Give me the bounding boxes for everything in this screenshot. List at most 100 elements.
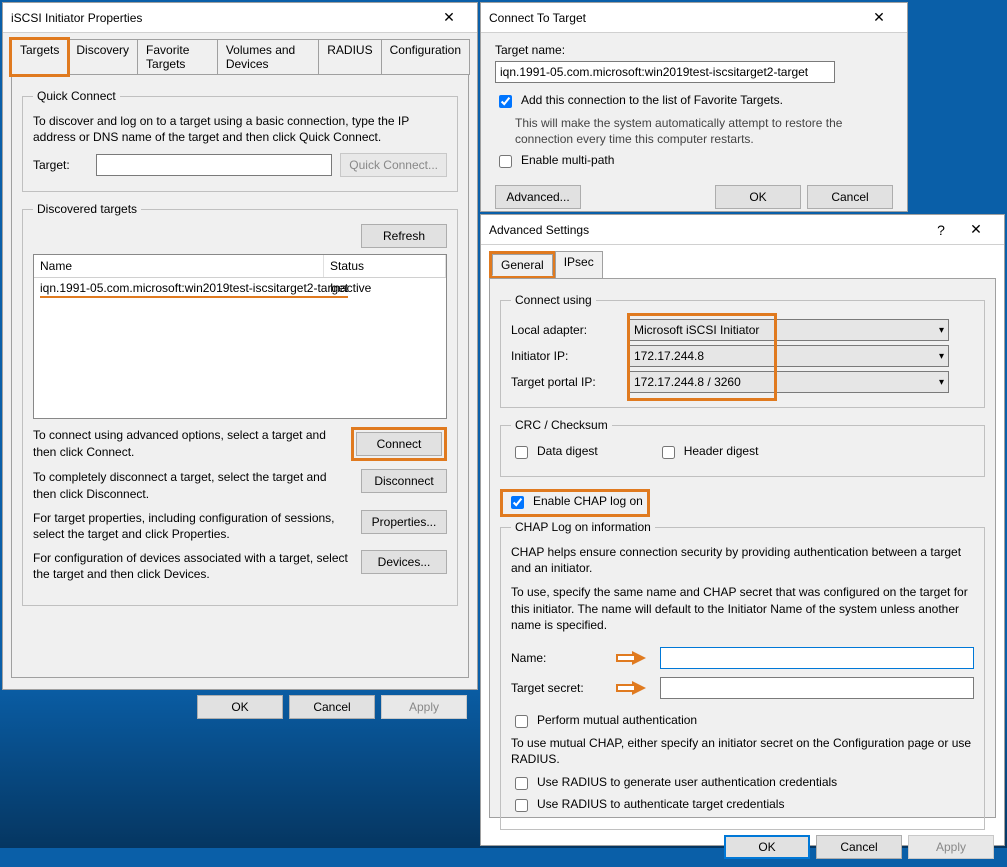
chap-group: CHAP Log on information CHAP helps ensur…: [500, 520, 985, 830]
apply-button[interactable]: Apply: [908, 835, 994, 859]
chap-secret-input[interactable]: [660, 677, 974, 699]
refresh-button[interactable]: Refresh: [361, 224, 447, 248]
tabstrip: Targets Discovery Favorite Targets Volum…: [11, 39, 469, 75]
devices-desc: For configuration of devices associated …: [33, 550, 361, 582]
dialog-title: Connect To Target: [489, 11, 859, 25]
local-adapter-select[interactable]: Microsoft iSCSI Initiator▾: [629, 319, 949, 341]
row-name: iqn.1991-05.com.microsoft:win2019test-is…: [34, 278, 324, 298]
close-icon[interactable]: ✕: [429, 6, 469, 30]
favorite-desc: This will make the system automatically …: [515, 115, 893, 147]
dialog-footer: OK Cancel Apply: [481, 827, 1004, 867]
advanced-button[interactable]: Advanced...: [495, 185, 581, 209]
tab-configuration[interactable]: Configuration: [381, 39, 470, 75]
enable-chap-checkbox[interactable]: [511, 496, 524, 509]
radius-generate-label: Use RADIUS to generate user authenticati…: [537, 775, 837, 789]
disconnect-desc: To completely disconnect a target, selec…: [33, 469, 361, 501]
initiator-ip-select[interactable]: 172.17.244.8▾: [629, 345, 949, 367]
dialog-title: iSCSI Initiator Properties: [11, 11, 429, 25]
tab-targets[interactable]: Targets: [11, 39, 68, 75]
ok-button[interactable]: OK: [197, 695, 283, 719]
connect-to-target-dialog: Connect To Target ✕ Target name: Add thi…: [480, 2, 908, 212]
target-portal-label: Target portal IP:: [511, 375, 621, 389]
crc-group: CRC / Checksum Data digest Header digest: [500, 418, 985, 477]
row-status: Inactive: [324, 278, 446, 298]
enable-chap-label: Enable CHAP log on: [533, 494, 643, 508]
arrow-icon: [632, 681, 646, 695]
connect-using-group: Connect using Local adapter: Microsoft i…: [500, 293, 985, 408]
tab-ipsec[interactable]: IPsec: [555, 251, 603, 279]
tab-volumes-devices[interactable]: Volumes and Devices: [217, 39, 319, 75]
chap-name-input[interactable]: [660, 647, 974, 669]
chap-desc1: CHAP helps ensure connection security by…: [511, 544, 974, 576]
quick-connect-button[interactable]: Quick Connect...: [340, 153, 447, 177]
help-icon[interactable]: ?: [926, 222, 956, 238]
cancel-button[interactable]: Cancel: [289, 695, 375, 719]
mutual-desc: To use mutual CHAP, either specify an in…: [511, 735, 974, 767]
initiator-ip-label: Initiator IP:: [511, 349, 621, 363]
cancel-button[interactable]: Cancel: [807, 185, 893, 209]
favorite-label: Add this connection to the list of Favor…: [521, 93, 783, 107]
devices-button[interactable]: Devices...: [361, 550, 447, 574]
data-digest-label: Data digest: [537, 444, 598, 458]
radius-generate-checkbox[interactable]: [515, 777, 528, 790]
tab-favorite-targets[interactable]: Favorite Targets: [137, 39, 218, 75]
multipath-label: Enable multi-path: [521, 153, 614, 167]
dialog-title: Advanced Settings: [489, 223, 926, 237]
connect-button[interactable]: Connect: [356, 432, 442, 456]
header-digest-checkbox[interactable]: [662, 446, 675, 459]
apply-button[interactable]: Apply: [381, 695, 467, 719]
target-input[interactable]: [96, 154, 332, 176]
col-name[interactable]: Name: [34, 255, 324, 277]
connect-using-legend: Connect using: [511, 293, 596, 307]
disconnect-button[interactable]: Disconnect: [361, 469, 447, 493]
data-digest-checkbox[interactable]: [515, 446, 528, 459]
tabstrip: General IPsec: [489, 251, 996, 279]
radius-auth-checkbox[interactable]: [515, 799, 528, 812]
discovered-targets-list[interactable]: Name Status iqn.1991-05.com.microsoft:wi…: [33, 254, 447, 419]
titlebar: Advanced Settings ? ✕: [481, 215, 1004, 245]
properties-button[interactable]: Properties...: [361, 510, 447, 534]
list-item[interactable]: iqn.1991-05.com.microsoft:win2019test-is…: [34, 278, 446, 298]
chevron-down-icon: ▾: [939, 351, 944, 362]
mutual-auth-label: Perform mutual authentication: [537, 713, 697, 727]
tab-general[interactable]: General: [492, 254, 553, 276]
properties-desc: For target properties, including configu…: [33, 510, 361, 542]
titlebar: Connect To Target ✕: [481, 3, 907, 33]
header-digest-label: Header digest: [684, 444, 759, 458]
chevron-down-icon: ▾: [939, 377, 944, 388]
titlebar: iSCSI Initiator Properties ✕: [3, 3, 477, 33]
chap-desc2: To use, specify the same name and CHAP s…: [511, 584, 974, 633]
quick-connect-legend: Quick Connect: [33, 89, 120, 103]
crc-legend: CRC / Checksum: [511, 418, 612, 432]
chap-legend: CHAP Log on information: [511, 520, 655, 534]
tab-discovery[interactable]: Discovery: [67, 39, 138, 75]
iscsi-initiator-properties-dialog: iSCSI Initiator Properties ✕ Targets Dis…: [2, 2, 478, 690]
advanced-settings-dialog: Advanced Settings ? ✕ General IPsec Conn…: [480, 214, 1005, 846]
tab-radius[interactable]: RADIUS: [318, 39, 381, 75]
enable-chap-row: Enable CHAP log on: [500, 489, 650, 517]
header-digest-row: Header digest: [658, 444, 759, 462]
list-header: Name Status: [34, 255, 446, 278]
close-icon[interactable]: ✕: [859, 6, 899, 30]
arrow-icon: [632, 651, 646, 665]
tab-content: Quick Connect To discover and log on to …: [11, 74, 469, 678]
multipath-checkbox[interactable]: [499, 155, 512, 168]
favorite-checkbox[interactable]: [499, 95, 512, 108]
tab-content: Connect using Local adapter: Microsoft i…: [489, 278, 996, 818]
dialog-footer: OK Cancel Apply: [3, 687, 477, 727]
close-icon[interactable]: ✕: [956, 218, 996, 242]
chap-secret-label: Target secret:: [511, 681, 606, 695]
ok-button[interactable]: OK: [724, 835, 810, 859]
ok-button[interactable]: OK: [715, 185, 801, 209]
data-digest-row: Data digest: [511, 444, 598, 462]
chap-name-label: Name:: [511, 651, 606, 665]
target-portal-select[interactable]: 172.17.244.8 / 3260▾: [629, 371, 949, 393]
target-name-input[interactable]: [495, 61, 835, 83]
discovered-legend: Discovered targets: [33, 202, 141, 216]
quick-connect-group: Quick Connect To discover and log on to …: [22, 89, 458, 192]
col-status[interactable]: Status: [324, 255, 446, 277]
mutual-auth-checkbox[interactable]: [515, 715, 528, 728]
cancel-button[interactable]: Cancel: [816, 835, 902, 859]
connect-desc: To connect using advanced options, selec…: [33, 427, 351, 459]
chevron-down-icon: ▾: [939, 325, 944, 336]
